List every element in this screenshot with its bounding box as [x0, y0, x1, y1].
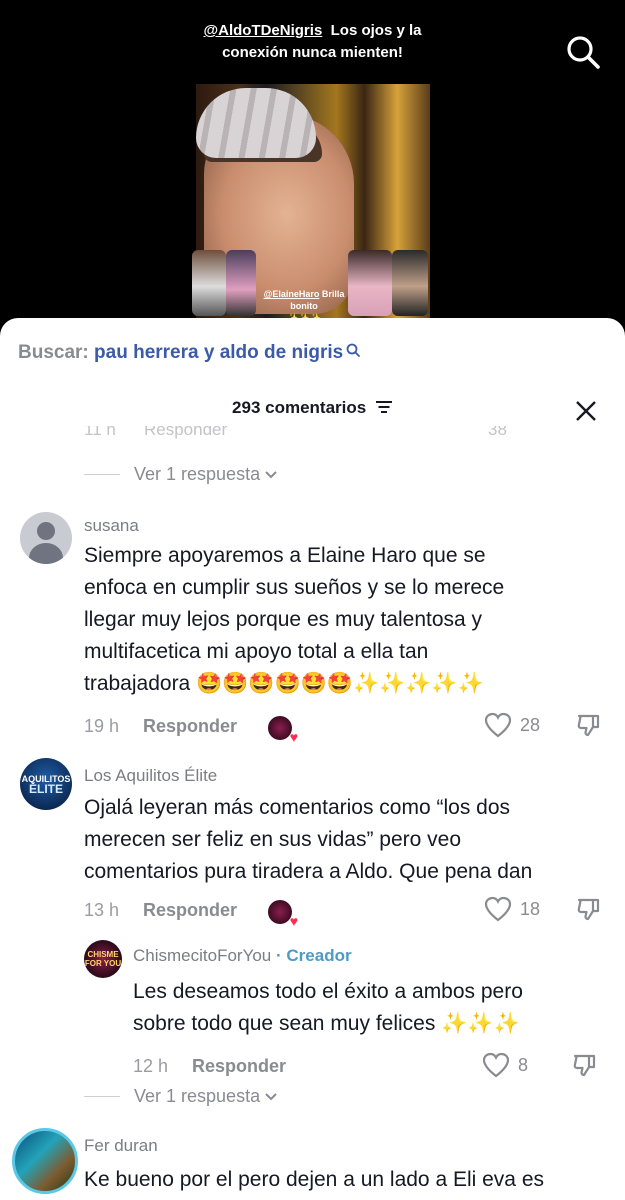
comment-text: Les deseamos todo el éxito a ambos pero …: [133, 976, 603, 1040]
comment-line: comentarios pura tiradera a Aldo. Que pe…: [84, 860, 533, 883]
creator-liked-badge: ♥: [268, 716, 298, 744]
avatar-text: ÉLITE: [28, 782, 63, 796]
view-replies-button[interactable]: Ver 1 respuesta: [84, 464, 278, 485]
search-small-icon: [346, 343, 361, 357]
person-hat: [196, 88, 316, 158]
heart-icon: [484, 896, 512, 922]
comment-time: 12 h: [133, 1056, 169, 1076]
avatar-text: CHISME FOR YOU: [84, 950, 122, 968]
close-icon[interactable]: [575, 400, 597, 422]
comment-line: multifacetica mi apoyo total a ella tan: [84, 640, 429, 663]
sticker-person-4: [392, 250, 428, 316]
comment-line: Siempre apoyaremos a Elaine Haro que se: [84, 544, 486, 567]
like-count[interactable]: 38: [488, 426, 507, 440]
comment-time: 13 h: [84, 900, 120, 920]
comment-line: Les deseamos todo el éxito a ambos pero: [133, 980, 523, 1003]
search-label: Buscar:: [18, 342, 89, 363]
cut-off-meta-row: 11 h Responder 38: [84, 426, 604, 444]
divider-line: [84, 1096, 120, 1097]
reply-username[interactable]: ChismecitoForYou: [133, 946, 271, 965]
dislike-icon[interactable]: [572, 1052, 598, 1083]
caption-mention[interactable]: @AldoTDeNigris: [203, 22, 322, 39]
sticker-person-1: [192, 250, 226, 316]
comment-line: llegar muy lejos porque es muy talentosa…: [84, 608, 483, 631]
comment-text: Ke bueno por el pero dejen a un lado a E…: [84, 1164, 624, 1196]
comment-line: sobre todo que sean muy felices ✨✨✨: [133, 1012, 520, 1035]
comment-username[interactable]: ChismecitoForYou · Creador: [133, 946, 352, 966]
comments-count: 293 comentarios: [232, 398, 367, 417]
comment-line: Ke bueno por el pero dejen a un lado a E…: [84, 1168, 545, 1191]
reply-button[interactable]: Responder: [143, 716, 237, 737]
sort-icon[interactable]: [375, 399, 393, 419]
comment-line: enfoca en cumplir sus sueños y se lo mer…: [84, 576, 505, 599]
comment-item: Fer duran Ke bueno por el pero dejen a u…: [0, 1128, 625, 1200]
like-button[interactable]: 8: [482, 1052, 528, 1078]
comment-text: Siempre apoyaremos a Elaine Haro que se …: [84, 540, 604, 700]
like-count: 28: [520, 714, 541, 735]
heart-icon: [484, 712, 512, 738]
avatar[interactable]: [20, 512, 72, 564]
divider-line: [84, 474, 120, 475]
like-count: 18: [520, 898, 541, 919]
comment-username[interactable]: Fer duran: [84, 1136, 158, 1156]
view-replies-button[interactable]: Ver 1 respuesta: [84, 1086, 278, 1107]
comment-line: trabajadora 🤩🤩🤩🤩🤩🤩✨✨✨✨✨: [84, 672, 484, 695]
comments-sheet: Buscar: pau herrera y aldo de nigris 293…: [0, 318, 625, 1200]
comment-username[interactable]: susana: [84, 516, 139, 536]
dislike-icon[interactable]: [576, 896, 602, 927]
sticker-person-2: [226, 250, 256, 316]
reply-button[interactable]: Responder: [192, 1056, 286, 1077]
comments-list[interactable]: 11 h Responder 38 Ver 1 respuesta susana…: [0, 426, 625, 1200]
chevron-down-icon: [265, 470, 277, 478]
creator-liked-badge: ♥: [268, 900, 298, 928]
comment-line: Ojalá leyeran más comentarios como “los …: [84, 796, 511, 819]
comment-text: Ojalá leyeran más comentarios como “los …: [84, 792, 604, 888]
like-count: 8: [518, 1054, 529, 1075]
caption-line1: Los ojos y la: [330, 22, 422, 39]
comment-item: AQUILITOS ÉLITE Los Aquilitos Élite Ojal…: [0, 758, 625, 948]
comment-time: 19 h: [84, 716, 120, 736]
comment-username[interactable]: Los Aquilitos Élite: [84, 766, 217, 786]
like-button[interactable]: 18: [484, 896, 540, 922]
chevron-down-icon: [265, 1092, 277, 1100]
video-caption: @AldoTDeNigris Los ojos y la conexión nu…: [0, 20, 625, 64]
caption-line2: conexión nunca mienten!: [222, 44, 403, 61]
reply-button[interactable]: Responder: [143, 900, 237, 921]
dislike-icon[interactable]: [576, 712, 602, 743]
heart-icon: [482, 1052, 510, 1078]
search-icon[interactable]: [565, 34, 601, 70]
view-replies-label: Ver 1 respuesta: [134, 464, 261, 484]
sticker-person-3: [348, 250, 392, 316]
avatar[interactable]: [12, 1128, 78, 1194]
reply-button[interactable]: Responder: [144, 426, 227, 440]
view-replies-label: Ver 1 respuesta: [134, 1086, 261, 1106]
search-query[interactable]: pau herrera y aldo de nigris: [94, 342, 343, 363]
creator-badge: · Creador: [276, 946, 352, 965]
comment-time: 11 h: [84, 426, 116, 439]
avatar[interactable]: AQUILITOS ÉLITE: [20, 758, 72, 810]
search-suggestion[interactable]: Buscar: pau herrera y aldo de nigris: [18, 342, 361, 364]
like-button[interactable]: 28: [484, 712, 540, 738]
comment-item: susana Siempre apoyaremos a Elaine Haro …: [0, 510, 625, 760]
comments-header: 293 comentarios: [0, 398, 625, 419]
sticker-mention[interactable]: @ElaineHaro: [264, 289, 320, 299]
video-player[interactable]: @AldoTDeNigris Los ojos y la conexión nu…: [0, 0, 625, 340]
comment-line: merecen ser feliz en sus vidas” pero veo: [84, 828, 462, 851]
avatar[interactable]: CHISME FOR YOU: [84, 940, 122, 978]
